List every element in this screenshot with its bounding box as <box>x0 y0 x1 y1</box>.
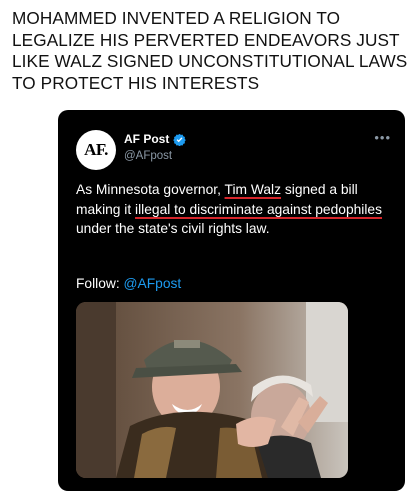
verified-badge-icon <box>173 133 187 146</box>
underlined-name: Tim Walz <box>224 182 282 197</box>
follow-label: Follow: <box>76 276 124 291</box>
tweet-handle[interactable]: @AFpost <box>124 150 172 162</box>
underlined-phrase: illegal to discriminate against pedophil… <box>135 201 383 217</box>
tweet-text: As Minnesota governor, Tim Walz signed a… <box>76 180 396 239</box>
tweet-photo[interactable] <box>76 302 348 478</box>
follow-line: Follow: @AFpost <box>76 276 181 291</box>
tweet-author[interactable]: AF Post <box>124 132 187 146</box>
more-dots-icon[interactable]: ••• <box>374 130 391 145</box>
profile-avatar[interactable]: AF. <box>76 130 116 170</box>
post-caption: MOHAMMED INVENTED A RELIGION TO LEGALIZE… <box>12 8 408 93</box>
embedded-tweet-card[interactable]: AF. AF Post @AFpost ••• As Minnesota gov… <box>58 110 405 491</box>
display-name[interactable]: AF Post <box>124 132 169 146</box>
photo-illustration <box>76 302 348 478</box>
tweet-text-part: under the state's civil rights law. <box>76 221 270 236</box>
follow-link[interactable]: @AFpost <box>124 276 182 291</box>
tweet-text-part: As Minnesota governor, <box>76 182 225 197</box>
